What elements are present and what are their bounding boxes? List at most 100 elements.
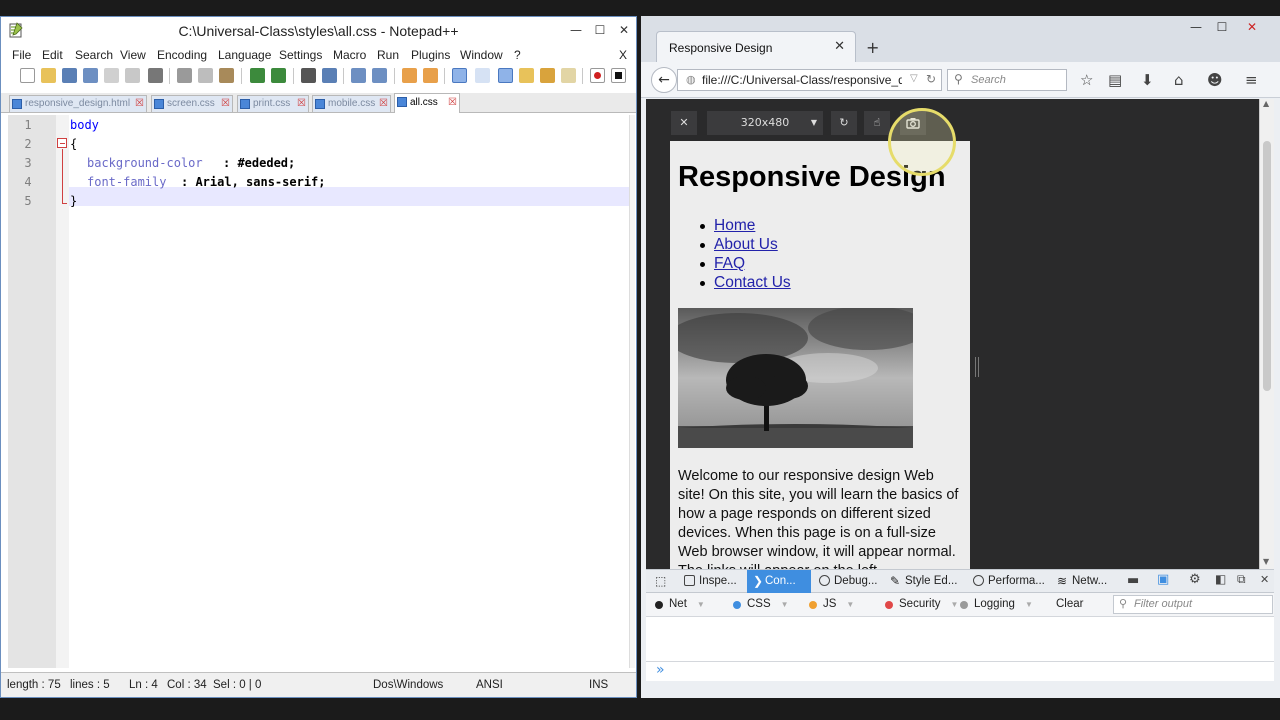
back-button[interactable]: ← <box>651 67 677 93</box>
reading-list-icon[interactable]: ▤ <box>1108 71 1122 89</box>
tab-debugger[interactable]: Debug... <box>816 570 884 593</box>
devtools-close-icon[interactable]: ✕ <box>1260 573 1269 586</box>
menu-language[interactable]: Language <box>218 48 271 62</box>
find-icon[interactable] <box>301 68 316 83</box>
save-icon[interactable] <box>62 68 77 83</box>
nav-link-contact[interactable]: Contact Us <box>714 274 791 291</box>
menu-settings[interactable]: Settings <box>279 48 322 62</box>
tab-console[interactable]: ❯ Con... <box>747 570 811 593</box>
page-scrollbar[interactable]: ▲ ▼ <box>1259 99 1274 569</box>
paste-icon[interactable] <box>219 68 234 83</box>
menu-edit[interactable]: Edit <box>42 48 63 62</box>
nav-link-home[interactable]: Home <box>714 217 755 234</box>
close-file-icon[interactable] <box>104 68 119 83</box>
sync-vertical-icon[interactable] <box>402 68 417 83</box>
menu-view[interactable]: View <box>120 48 146 62</box>
print-icon[interactable] <box>148 68 163 83</box>
undo-icon[interactable] <box>250 68 265 83</box>
zoom-in-icon[interactable] <box>351 68 366 83</box>
new-file-icon[interactable] <box>20 68 35 83</box>
tab-style-editor[interactable]: ✎ Style Ed... <box>887 570 965 593</box>
undock-icon[interactable]: ⧉ <box>1237 572 1246 587</box>
settings-gear-icon[interactable]: ⚙ <box>1189 572 1201 587</box>
page-info-icon[interactable]: ◍ <box>686 73 696 86</box>
dock-side-icon[interactable]: ◧ <box>1215 572 1226 586</box>
cut-icon[interactable] <box>177 68 192 83</box>
menu-plugins[interactable]: Plugins <box>411 48 450 62</box>
search-box[interactable]: ⚲ Search <box>947 69 1067 91</box>
sync-horizontal-icon[interactable] <box>423 68 438 83</box>
tab-close-icon[interactable]: ☒ <box>221 96 230 112</box>
console-input[interactable]: » <box>646 661 1274 681</box>
tab-all-css[interactable]: all.css ☒ <box>394 93 460 113</box>
tab-close-icon[interactable]: ☒ <box>379 96 388 112</box>
stop-macro-icon[interactable] <box>611 68 626 83</box>
url-bar[interactable]: ◍ file:///C:/Universal-Class/responsive_… <box>677 69 942 91</box>
chat-icon[interactable]: ☻ <box>1207 71 1223 89</box>
home-icon[interactable]: ⌂ <box>1174 71 1184 89</box>
new-tab-button[interactable]: + <box>866 38 879 57</box>
filter-js[interactable]: JS ▼ <box>809 598 854 610</box>
nav-link-faq[interactable]: FAQ <box>714 255 745 272</box>
tab-close-icon[interactable]: ☒ <box>448 94 457 112</box>
redo-icon[interactable] <box>271 68 286 83</box>
scrollbar-thumb[interactable] <box>1263 141 1271 391</box>
tab-close-icon[interactable]: ☒ <box>135 96 144 112</box>
tab-responsive-design-html[interactable]: responsive_design.html ☒ <box>9 95 147 112</box>
menu-macro[interactable]: Macro <box>333 48 366 62</box>
reload-icon[interactable]: ↻ <box>926 72 936 86</box>
responsive-mode-icon[interactable]: ▣ <box>1157 572 1169 587</box>
scroll-down-icon[interactable]: ▼ <box>1263 557 1269 566</box>
doc-map-icon[interactable] <box>561 68 576 83</box>
viewport-size-select[interactable]: 320x480 ▼ <box>707 111 823 135</box>
tab-performance[interactable]: Performa... <box>970 570 1050 593</box>
menu-search[interactable]: Search <box>75 48 113 62</box>
tab-print-css[interactable]: print.css ☒ <box>237 95 309 112</box>
show-all-chars-icon[interactable] <box>475 68 490 83</box>
menu-window[interactable]: Window <box>460 48 503 62</box>
word-wrap-icon[interactable] <box>452 68 467 83</box>
indent-guide-icon[interactable] <box>498 68 513 83</box>
folder-workspace-icon[interactable] <box>540 68 555 83</box>
browser-tab[interactable]: Responsive Design ✕ <box>656 31 856 63</box>
close-all-icon[interactable] <box>125 68 140 83</box>
menu-encoding[interactable]: Encoding <box>157 48 207 62</box>
copy-icon[interactable] <box>198 68 213 83</box>
filter-css[interactable]: CSS ▼ <box>733 598 789 610</box>
close-button[interactable]: ✕ <box>613 21 635 39</box>
scroll-up-icon[interactable]: ▲ <box>1263 99 1269 108</box>
filter-security[interactable]: Security ▼ <box>885 598 958 610</box>
downloads-icon[interactable]: ⬇ <box>1141 71 1154 89</box>
filter-logging[interactable]: Logging ▼ <box>960 598 1033 610</box>
tab-mobile-css[interactable]: mobile.css ☒ <box>312 95 391 112</box>
page-viewport[interactable]: Responsive Design Home About Us FAQ Cont… <box>670 141 970 569</box>
zoom-out-icon[interactable] <box>372 68 387 83</box>
clear-button[interactable]: Clear <box>1056 598 1083 610</box>
open-file-icon[interactable] <box>41 68 56 83</box>
nav-link-about[interactable]: About Us <box>714 236 778 253</box>
menu-help[interactable]: ? <box>514 48 521 62</box>
fold-collapse-icon[interactable] <box>57 138 67 148</box>
function-list-icon[interactable] <box>519 68 534 83</box>
tab-close-icon[interactable]: ✕ <box>834 39 845 54</box>
resize-handle[interactable] <box>975 357 979 377</box>
tab-screen-css[interactable]: screen.css ☒ <box>151 95 233 112</box>
editor-scrollbar[interactable] <box>629 115 635 668</box>
rotate-button[interactable]: ↻ <box>831 111 857 135</box>
close-button[interactable]: ✕ <box>1241 18 1263 36</box>
menu-file[interactable]: File <box>12 48 31 62</box>
record-macro-icon[interactable] <box>590 68 605 83</box>
rdm-close-button[interactable]: ✕ <box>671 111 697 135</box>
menu-run[interactable]: Run <box>377 48 399 62</box>
dropdown-icon[interactable]: ▽ <box>910 73 918 84</box>
maximize-button[interactable]: ☐ <box>1211 18 1233 36</box>
minimize-button[interactable]: — <box>565 21 587 39</box>
tab-close-icon[interactable]: ☒ <box>297 96 306 112</box>
pick-element-icon[interactable]: ⬚ <box>655 574 666 588</box>
maximize-button[interactable]: ☐ <box>589 21 611 39</box>
save-all-icon[interactable] <box>83 68 98 83</box>
menu-icon[interactable]: ≡ <box>1245 71 1258 89</box>
touch-events-button[interactable]: ☝ <box>864 111 890 135</box>
filter-output-input[interactable]: ⚲ Filter output <box>1113 595 1273 614</box>
split-console-icon[interactable]: ▬ <box>1127 573 1139 588</box>
